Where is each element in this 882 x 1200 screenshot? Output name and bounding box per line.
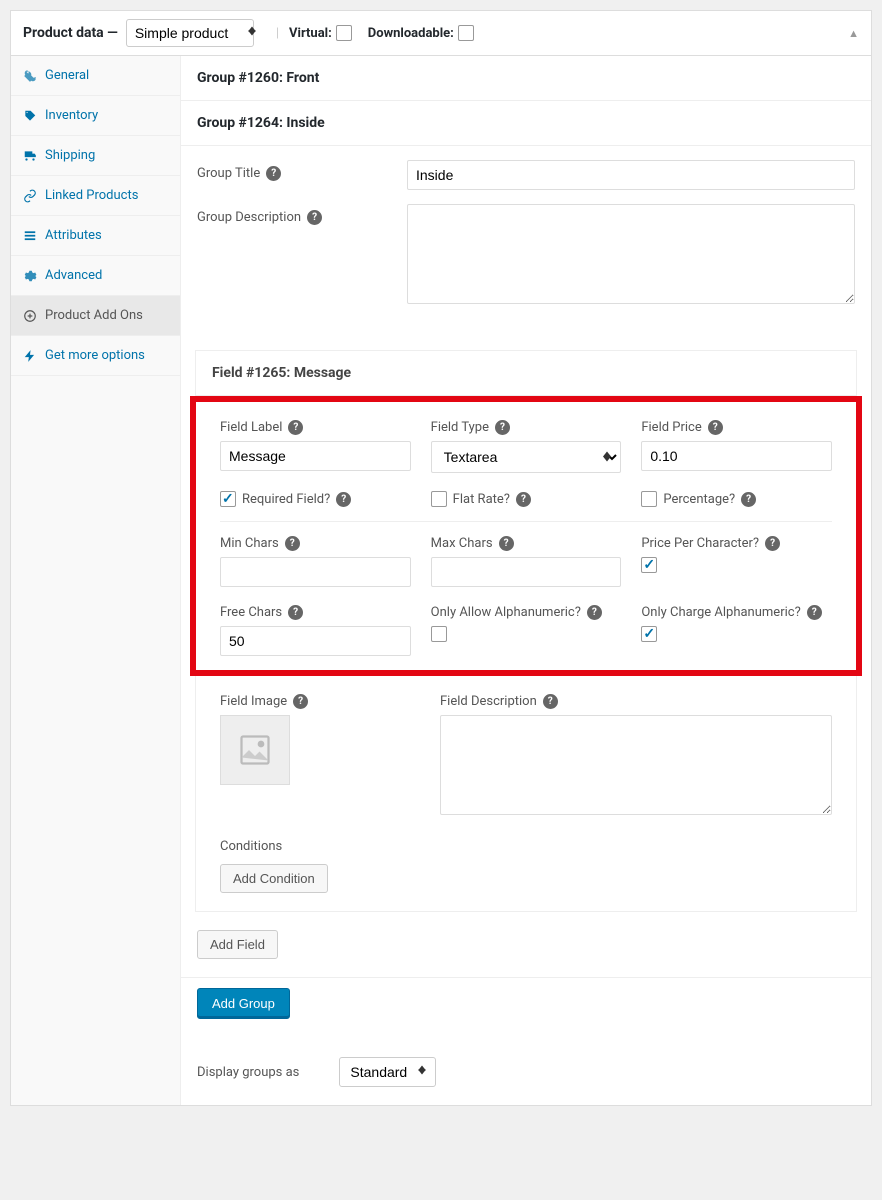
- group-title-label: Group Title ?: [197, 160, 407, 181]
- field-image-label: Field Image?: [220, 694, 420, 709]
- sidebar-item-label: Attributes: [45, 228, 102, 243]
- group-title-input[interactable]: [407, 160, 855, 190]
- help-icon[interactable]: ?: [288, 420, 303, 435]
- plus-circle-icon: [23, 309, 37, 323]
- group-1260-header[interactable]: Group #1260: Front: [181, 56, 871, 101]
- conditions-label: Conditions: [220, 839, 832, 854]
- ppc-label: Price Per Character??: [641, 536, 832, 551]
- help-icon[interactable]: ?: [288, 605, 303, 620]
- panel-title: Product data —: [23, 25, 118, 41]
- sidebar: General Inventory Shipping Linked Produc…: [11, 56, 181, 1105]
- tag-icon: [23, 109, 37, 123]
- display-groups-label: Display groups as: [197, 1065, 299, 1080]
- field-desc-label: Field Description?: [440, 694, 832, 709]
- flatrate-label: Flat Rate?: [453, 492, 510, 507]
- help-icon[interactable]: ?: [266, 166, 281, 181]
- field-desc-textarea[interactable]: [440, 715, 832, 815]
- sidebar-item-label: Product Add Ons: [45, 308, 143, 323]
- help-icon[interactable]: ?: [336, 492, 351, 507]
- required-checkbox[interactable]: [220, 491, 236, 507]
- group-1264-header[interactable]: Group #1264: Inside: [181, 101, 871, 146]
- sidebar-item-inventory[interactable]: Inventory: [11, 96, 180, 136]
- truck-icon: [23, 149, 37, 163]
- help-icon[interactable]: ?: [516, 492, 531, 507]
- sidebar-item-more[interactable]: Get more options: [11, 336, 180, 376]
- sidebar-item-label: Inventory: [45, 108, 98, 123]
- help-icon[interactable]: ?: [495, 420, 510, 435]
- downloadable-checkbox[interactable]: [458, 25, 474, 41]
- sidebar-item-label: Shipping: [45, 148, 95, 163]
- help-icon[interactable]: ?: [741, 492, 756, 507]
- link-icon: [23, 189, 37, 203]
- bolt-icon: [23, 349, 37, 363]
- add-field-button[interactable]: Add Field: [197, 930, 278, 959]
- sidebar-item-general[interactable]: General: [11, 56, 180, 96]
- sidebar-item-addons[interactable]: Product Add Ons: [11, 296, 180, 336]
- image-icon: [237, 732, 273, 768]
- sidebar-item-label: Advanced: [45, 268, 102, 283]
- maxchars-label: Max Chars?: [431, 536, 622, 551]
- chargealpha-checkbox[interactable]: [641, 626, 657, 642]
- group-desc-textarea[interactable]: [407, 204, 855, 304]
- virtual-checkbox[interactable]: [336, 25, 352, 41]
- minchars-input[interactable]: [220, 557, 411, 587]
- percentage-checkbox[interactable]: [641, 491, 657, 507]
- alphanum-checkbox[interactable]: [431, 626, 447, 642]
- field-type-select[interactable]: Textarea: [431, 441, 622, 473]
- display-groups-select[interactable]: Standard: [339, 1057, 436, 1087]
- field-header[interactable]: Field #1265: Message: [196, 351, 856, 396]
- freechars-input[interactable]: [220, 626, 411, 656]
- add-condition-button[interactable]: Add Condition: [220, 864, 328, 893]
- wrench-icon: [23, 69, 37, 83]
- downloadable-label: Downloadable:: [368, 26, 454, 41]
- gear-icon: [23, 269, 37, 283]
- sidebar-item-linked[interactable]: Linked Products: [11, 176, 180, 216]
- chargealpha-label: Only Charge Alphanumeric??: [641, 605, 832, 620]
- help-icon[interactable]: ?: [543, 694, 558, 709]
- separator: |: [276, 26, 279, 41]
- ppc-checkbox[interactable]: [641, 557, 657, 573]
- product-data-panel: Product data — Simple product | Virtual:…: [10, 10, 872, 1106]
- sidebar-item-label: General: [45, 68, 89, 83]
- help-icon[interactable]: ?: [307, 210, 322, 225]
- add-group-button[interactable]: Add Group: [197, 988, 290, 1019]
- field-image-placeholder[interactable]: [220, 715, 290, 785]
- panel-header: Product data — Simple product | Virtual:…: [11, 11, 871, 56]
- help-icon[interactable]: ?: [285, 536, 300, 551]
- help-icon[interactable]: ?: [293, 694, 308, 709]
- field-price-input[interactable]: [641, 441, 832, 471]
- help-icon[interactable]: ?: [587, 605, 602, 620]
- sidebar-item-advanced[interactable]: Advanced: [11, 256, 180, 296]
- help-icon[interactable]: ?: [765, 536, 780, 551]
- freechars-label: Free Chars?: [220, 605, 411, 620]
- percentage-label: Percentage?: [663, 492, 735, 507]
- highlighted-section: Field Label? Field Type? Textarea: [190, 396, 862, 676]
- required-label: Required Field?: [242, 492, 330, 507]
- product-type-select[interactable]: Simple product: [126, 19, 254, 47]
- content: Group #1260: Front Group #1264: Inside G…: [181, 56, 871, 1105]
- sidebar-item-shipping[interactable]: Shipping: [11, 136, 180, 176]
- field-price-label: Field Price?: [641, 420, 832, 435]
- maxchars-input[interactable]: [431, 557, 622, 587]
- virtual-label: Virtual:: [289, 26, 332, 41]
- minchars-label: Min Chars?: [220, 536, 411, 551]
- group-desc-label: Group Description ?: [197, 204, 407, 225]
- field-label-label: Field Label?: [220, 420, 411, 435]
- sidebar-item-label: Linked Products: [45, 188, 138, 203]
- field-type-label: Field Type?: [431, 420, 622, 435]
- field-card: Field #1265: Message Field Label? Field …: [195, 350, 857, 912]
- flatrate-checkbox[interactable]: [431, 491, 447, 507]
- collapse-toggle[interactable]: ▲: [848, 27, 859, 40]
- sidebar-item-label: Get more options: [45, 348, 145, 363]
- sidebar-item-attributes[interactable]: Attributes: [11, 216, 180, 256]
- list-icon: [23, 229, 37, 243]
- help-icon[interactable]: ?: [807, 605, 822, 620]
- field-label-input[interactable]: [220, 441, 411, 471]
- alphanum-label: Only Allow Alphanumeric??: [431, 605, 622, 620]
- help-icon[interactable]: ?: [499, 536, 514, 551]
- help-icon[interactable]: ?: [708, 420, 723, 435]
- group-1264-body: Group Title ? Group Description ?: [181, 146, 871, 336]
